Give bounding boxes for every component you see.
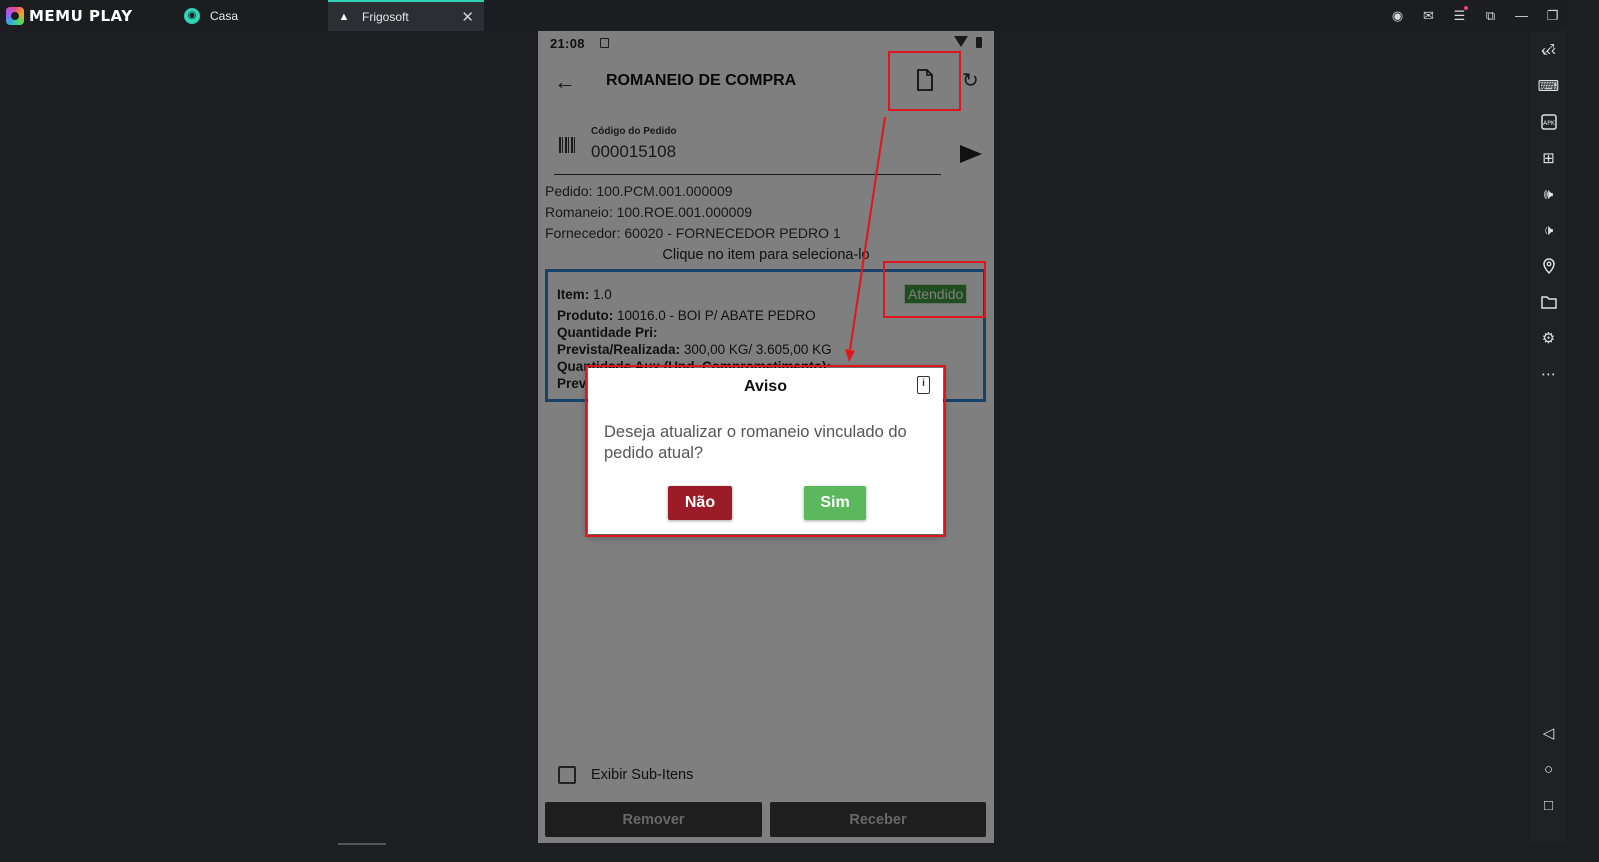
tab-label: Casa [210, 8, 239, 23]
close-tab-icon[interactable]: ✕ [461, 8, 474, 26]
more-icon[interactable]: ⋯ [1530, 359, 1567, 389]
memu-brand: MEMU PLAY [6, 6, 133, 26]
screen-cast-icon[interactable]: ⧉ [1475, 0, 1506, 31]
no-button[interactable]: Não [668, 486, 732, 520]
add-window-icon[interactable]: ⊞ [1530, 143, 1567, 173]
location-icon[interactable] [1530, 251, 1567, 281]
fullscreen-icon-glyph[interactable]: ⤢ [1530, 34, 1567, 64]
emulator-title-bar: MEMU PLAY ◉ Casa ▲ Frigosoft ✕ ◉ ✉ ☰ ⧉ —… [0, 0, 1599, 31]
account-icon[interactable]: ◉ [1382, 0, 1413, 31]
svg-text:APK: APK [1543, 120, 1556, 127]
android-back-icon[interactable]: ◁ [1530, 718, 1567, 748]
tab-label: Frigosoft [362, 9, 409, 24]
window-edge [1567, 0, 1599, 862]
android-screen: 21:08 ← ROMANEIO DE COMPRA ↻ Código do P… [538, 31, 994, 843]
minimize-icon[interactable]: — [1506, 0, 1537, 31]
volume-up-icon[interactable]: 🕪 [1530, 179, 1567, 209]
android-app-icon: ▲ [338, 10, 350, 23]
mail-icon[interactable]: ✉ [1413, 0, 1444, 31]
dialog-title: Aviso [744, 378, 787, 395]
notification-dot [1464, 6, 1468, 10]
menu-icon[interactable]: ☰ [1444, 0, 1475, 31]
folder-icon[interactable] [1530, 287, 1567, 317]
brand-name: MEMU PLAY [29, 7, 133, 25]
apk-icon[interactable]: APK [1530, 107, 1567, 137]
memu-logo-icon [6, 7, 24, 25]
dialog-message: Deseja atualizar o romaneio vinculado do… [604, 423, 907, 462]
confirm-dialog: Aviso i Deseja atualizar o romaneio vinc… [588, 368, 943, 534]
android-home-icon[interactable]: ○ [1530, 754, 1567, 784]
settings-gear-icon[interactable]: ⚙ [1530, 323, 1567, 353]
yes-button[interactable]: Sim [804, 486, 866, 520]
keyboard-icon[interactable]: ⌨ [1530, 71, 1567, 101]
restore-icon[interactable]: ❐ [1537, 0, 1568, 31]
tab-casa[interactable]: ◉ Casa [176, 0, 326, 31]
scroll-indicator [338, 843, 386, 845]
emulator-side-toolbar: ‹‹‹ ⤢ ⌨ APK ⊞ 🕪 🕩 ⚙ ⋯ ◁ ○ □ [1530, 31, 1567, 846]
volume-down-icon[interactable]: 🕩 [1530, 215, 1567, 245]
android-recents-icon[interactable]: □ [1530, 790, 1567, 820]
tab-frigosoft[interactable]: ▲ Frigosoft ✕ [328, 0, 484, 31]
bottom-strip [0, 843, 1567, 862]
info-icon: i [917, 376, 930, 394]
home-app-icon: ◉ [184, 7, 200, 24]
